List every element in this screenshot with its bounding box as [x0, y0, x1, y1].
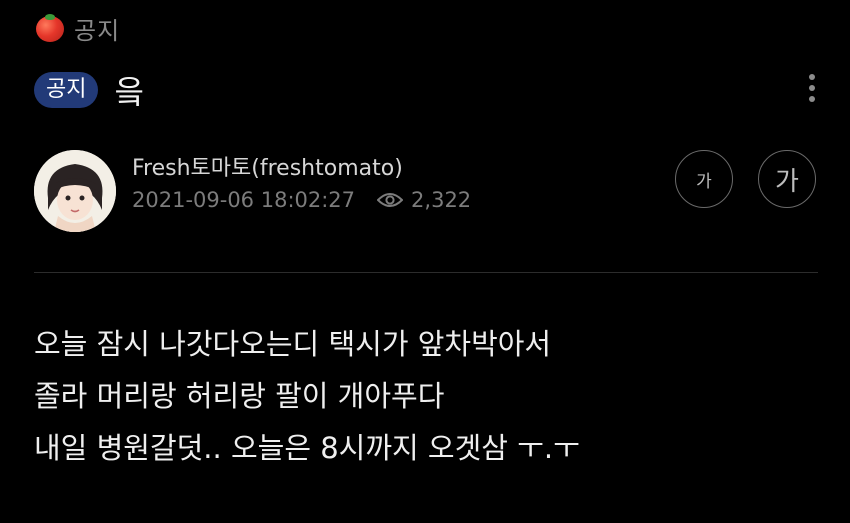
post-datetime: 2021-09-06 18:02:27	[132, 188, 356, 212]
notice-badge: 공지	[34, 72, 99, 108]
post-body: 오늘 잠시 나갓다오는디 택시가 앞차박아서 졸라 머리랑 허리랑 팔이 개아푸…	[34, 318, 824, 474]
body-line: 오늘 잠시 나갓다오는디 택시가 앞차박아서	[34, 327, 552, 361]
post-title: 읔	[114, 73, 144, 111]
font-size-small-button[interactable]: 가	[675, 150, 733, 208]
more-options-icon[interactable]	[808, 74, 816, 102]
post-meta: 2021-09-06 18:02:27 2,322	[132, 188, 471, 212]
board-name[interactable]: 공지	[74, 11, 120, 46]
font-size-large-button[interactable]: 가	[758, 150, 816, 208]
body-line: 졸라 머리랑 허리랑 팔이 개아푸다	[34, 379, 445, 413]
view-count: 2,322	[411, 188, 472, 212]
avatar[interactable]	[34, 150, 116, 232]
tomato-icon	[34, 12, 66, 44]
post-title-row: 공지 읔	[34, 70, 144, 111]
author-name[interactable]: Fresh토마토(freshtomato)	[132, 150, 403, 182]
eye-icon	[377, 193, 404, 207]
board-header[interactable]: 공지	[34, 11, 120, 46]
body-line: 내일 병원갈덧.. 오늘은 8시까지 오겟삼 ㅜ.ㅜ	[34, 431, 580, 465]
divider	[34, 272, 818, 273]
